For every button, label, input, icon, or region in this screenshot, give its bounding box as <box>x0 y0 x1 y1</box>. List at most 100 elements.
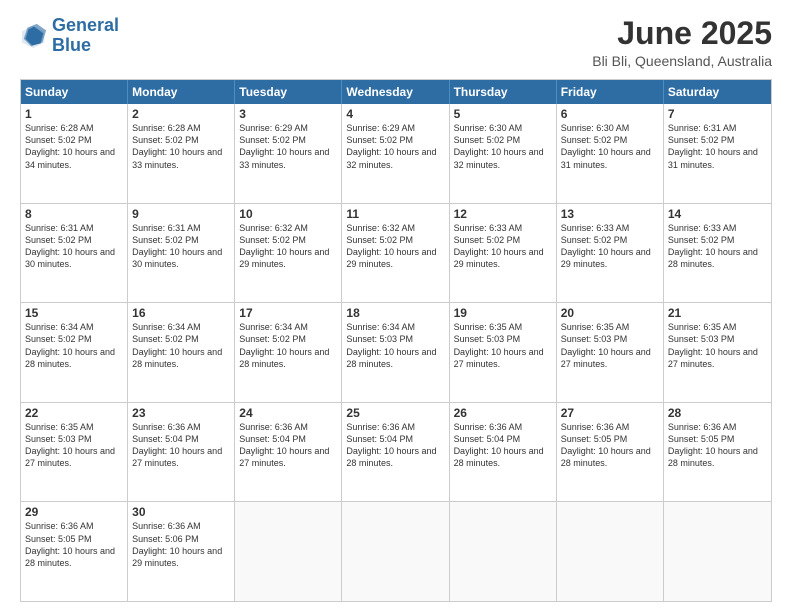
cal-cell-29: 29Sunrise: 6:36 AMSunset: 5:05 PMDayligh… <box>21 502 128 601</box>
month-title: June 2025 <box>592 16 772 51</box>
header-day-wednesday: Wednesday <box>342 80 449 104</box>
logo: General Blue <box>20 16 119 56</box>
cell-info: Sunrise: 6:34 AMSunset: 5:02 PMDaylight:… <box>239 321 337 370</box>
cal-cell-16: 16Sunrise: 6:34 AMSunset: 5:02 PMDayligh… <box>128 303 235 402</box>
day-number: 10 <box>239 207 337 221</box>
cell-info: Sunrise: 6:36 AMSunset: 5:04 PMDaylight:… <box>454 421 552 470</box>
logo-text: General Blue <box>52 16 119 56</box>
calendar-row-2: 15Sunrise: 6:34 AMSunset: 5:02 PMDayligh… <box>21 302 771 402</box>
day-number: 27 <box>561 406 659 420</box>
cal-cell-10: 10Sunrise: 6:32 AMSunset: 5:02 PMDayligh… <box>235 204 342 303</box>
cal-cell-17: 17Sunrise: 6:34 AMSunset: 5:02 PMDayligh… <box>235 303 342 402</box>
cal-cell-14: 14Sunrise: 6:33 AMSunset: 5:02 PMDayligh… <box>664 204 771 303</box>
cell-info: Sunrise: 6:34 AMSunset: 5:03 PMDaylight:… <box>346 321 444 370</box>
cal-cell-25: 25Sunrise: 6:36 AMSunset: 5:04 PMDayligh… <box>342 403 449 502</box>
cell-info: Sunrise: 6:31 AMSunset: 5:02 PMDaylight:… <box>25 222 123 271</box>
cal-cell-20: 20Sunrise: 6:35 AMSunset: 5:03 PMDayligh… <box>557 303 664 402</box>
cal-cell-15: 15Sunrise: 6:34 AMSunset: 5:02 PMDayligh… <box>21 303 128 402</box>
cal-cell-21: 21Sunrise: 6:35 AMSunset: 5:03 PMDayligh… <box>664 303 771 402</box>
calendar-row-0: 1Sunrise: 6:28 AMSunset: 5:02 PMDaylight… <box>21 104 771 203</box>
cal-cell-23: 23Sunrise: 6:36 AMSunset: 5:04 PMDayligh… <box>128 403 235 502</box>
day-number: 21 <box>668 306 767 320</box>
cal-cell-30: 30Sunrise: 6:36 AMSunset: 5:06 PMDayligh… <box>128 502 235 601</box>
cal-cell-empty-5 <box>557 502 664 601</box>
cal-cell-empty-2 <box>235 502 342 601</box>
cal-cell-empty-4 <box>450 502 557 601</box>
cell-info: Sunrise: 6:36 AMSunset: 5:05 PMDaylight:… <box>561 421 659 470</box>
cal-cell-1: 1Sunrise: 6:28 AMSunset: 5:02 PMDaylight… <box>21 104 128 203</box>
calendar-body: 1Sunrise: 6:28 AMSunset: 5:02 PMDaylight… <box>21 104 771 601</box>
cal-cell-12: 12Sunrise: 6:33 AMSunset: 5:02 PMDayligh… <box>450 204 557 303</box>
cal-cell-empty-3 <box>342 502 449 601</box>
cal-cell-2: 2Sunrise: 6:28 AMSunset: 5:02 PMDaylight… <box>128 104 235 203</box>
cal-cell-26: 26Sunrise: 6:36 AMSunset: 5:04 PMDayligh… <box>450 403 557 502</box>
cell-info: Sunrise: 6:36 AMSunset: 5:05 PMDaylight:… <box>668 421 767 470</box>
day-number: 14 <box>668 207 767 221</box>
logo-line2: Blue <box>52 35 91 55</box>
header-day-monday: Monday <box>128 80 235 104</box>
day-number: 9 <box>132 207 230 221</box>
logo-icon <box>20 22 48 50</box>
cell-info: Sunrise: 6:30 AMSunset: 5:02 PMDaylight:… <box>454 122 552 171</box>
cell-info: Sunrise: 6:30 AMSunset: 5:02 PMDaylight:… <box>561 122 659 171</box>
day-number: 2 <box>132 107 230 121</box>
cell-info: Sunrise: 6:33 AMSunset: 5:02 PMDaylight:… <box>561 222 659 271</box>
day-number: 12 <box>454 207 552 221</box>
calendar: SundayMondayTuesdayWednesdayThursdayFrid… <box>20 79 772 602</box>
cell-info: Sunrise: 6:29 AMSunset: 5:02 PMDaylight:… <box>346 122 444 171</box>
cell-info: Sunrise: 6:36 AMSunset: 5:06 PMDaylight:… <box>132 520 230 569</box>
day-number: 23 <box>132 406 230 420</box>
cell-info: Sunrise: 6:35 AMSunset: 5:03 PMDaylight:… <box>25 421 123 470</box>
day-number: 7 <box>668 107 767 121</box>
day-number: 4 <box>346 107 444 121</box>
calendar-row-3: 22Sunrise: 6:35 AMSunset: 5:03 PMDayligh… <box>21 402 771 502</box>
day-number: 8 <box>25 207 123 221</box>
cell-info: Sunrise: 6:31 AMSunset: 5:02 PMDaylight:… <box>132 222 230 271</box>
calendar-row-1: 8Sunrise: 6:31 AMSunset: 5:02 PMDaylight… <box>21 203 771 303</box>
day-number: 5 <box>454 107 552 121</box>
day-number: 25 <box>346 406 444 420</box>
day-number: 20 <box>561 306 659 320</box>
cal-cell-8: 8Sunrise: 6:31 AMSunset: 5:02 PMDaylight… <box>21 204 128 303</box>
cell-info: Sunrise: 6:35 AMSunset: 5:03 PMDaylight:… <box>668 321 767 370</box>
cell-info: Sunrise: 6:36 AMSunset: 5:04 PMDaylight:… <box>239 421 337 470</box>
day-number: 18 <box>346 306 444 320</box>
cell-info: Sunrise: 6:36 AMSunset: 5:04 PMDaylight:… <box>346 421 444 470</box>
cell-info: Sunrise: 6:29 AMSunset: 5:02 PMDaylight:… <box>239 122 337 171</box>
cell-info: Sunrise: 6:28 AMSunset: 5:02 PMDaylight:… <box>132 122 230 171</box>
day-number: 22 <box>25 406 123 420</box>
cal-cell-13: 13Sunrise: 6:33 AMSunset: 5:02 PMDayligh… <box>557 204 664 303</box>
day-number: 11 <box>346 207 444 221</box>
day-number: 29 <box>25 505 123 519</box>
day-number: 15 <box>25 306 123 320</box>
calendar-row-4: 29Sunrise: 6:36 AMSunset: 5:05 PMDayligh… <box>21 501 771 601</box>
cal-cell-4: 4Sunrise: 6:29 AMSunset: 5:02 PMDaylight… <box>342 104 449 203</box>
day-number: 19 <box>454 306 552 320</box>
cal-cell-9: 9Sunrise: 6:31 AMSunset: 5:02 PMDaylight… <box>128 204 235 303</box>
cal-cell-6: 6Sunrise: 6:30 AMSunset: 5:02 PMDaylight… <box>557 104 664 203</box>
header-day-thursday: Thursday <box>450 80 557 104</box>
header-day-tuesday: Tuesday <box>235 80 342 104</box>
cell-info: Sunrise: 6:33 AMSunset: 5:02 PMDaylight:… <box>454 222 552 271</box>
cell-info: Sunrise: 6:34 AMSunset: 5:02 PMDaylight:… <box>132 321 230 370</box>
cal-cell-18: 18Sunrise: 6:34 AMSunset: 5:03 PMDayligh… <box>342 303 449 402</box>
day-number: 26 <box>454 406 552 420</box>
cell-info: Sunrise: 6:32 AMSunset: 5:02 PMDaylight:… <box>239 222 337 271</box>
cal-cell-3: 3Sunrise: 6:29 AMSunset: 5:02 PMDaylight… <box>235 104 342 203</box>
cell-info: Sunrise: 6:31 AMSunset: 5:02 PMDaylight:… <box>668 122 767 171</box>
title-block: June 2025 Bli Bli, Queensland, Australia <box>592 16 772 69</box>
day-number: 24 <box>239 406 337 420</box>
cell-info: Sunrise: 6:34 AMSunset: 5:02 PMDaylight:… <box>25 321 123 370</box>
day-number: 30 <box>132 505 230 519</box>
cal-cell-28: 28Sunrise: 6:36 AMSunset: 5:05 PMDayligh… <box>664 403 771 502</box>
cell-info: Sunrise: 6:33 AMSunset: 5:02 PMDaylight:… <box>668 222 767 271</box>
cal-cell-19: 19Sunrise: 6:35 AMSunset: 5:03 PMDayligh… <box>450 303 557 402</box>
header-day-saturday: Saturday <box>664 80 771 104</box>
page: General Blue June 2025 Bli Bli, Queensla… <box>0 0 792 612</box>
cal-cell-24: 24Sunrise: 6:36 AMSunset: 5:04 PMDayligh… <box>235 403 342 502</box>
cal-cell-empty-6 <box>664 502 771 601</box>
cell-info: Sunrise: 6:35 AMSunset: 5:03 PMDaylight:… <box>454 321 552 370</box>
day-number: 6 <box>561 107 659 121</box>
cal-cell-27: 27Sunrise: 6:36 AMSunset: 5:05 PMDayligh… <box>557 403 664 502</box>
header-day-friday: Friday <box>557 80 664 104</box>
